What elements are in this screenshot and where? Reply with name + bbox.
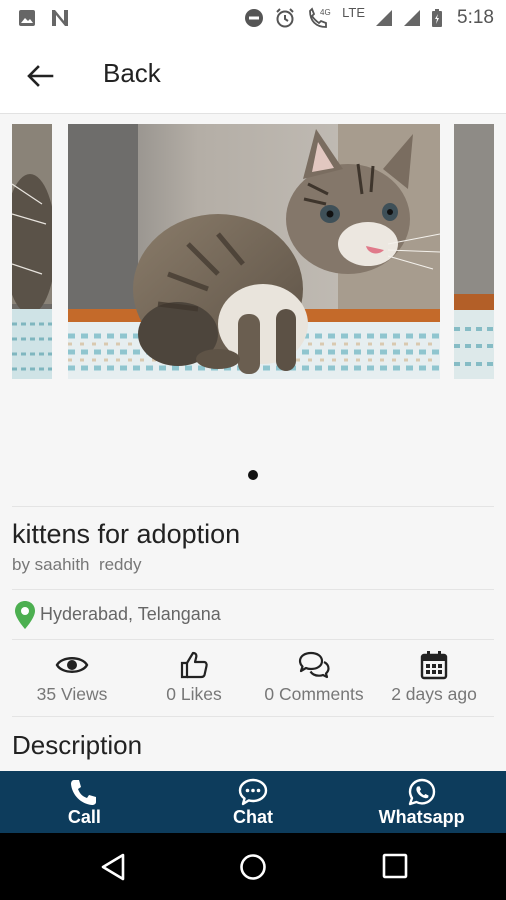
- views-count: 35 Views: [36, 684, 108, 704]
- carousel-slide-kitten-photo[interactable]: [68, 124, 440, 379]
- wifi-call-icon: 4G: [306, 7, 332, 29]
- system-nav-bar: [0, 833, 506, 900]
- calendar-icon: [382, 650, 486, 680]
- chat-label: Chat: [233, 807, 273, 827]
- whatsapp-label: Whatsapp: [378, 807, 465, 827]
- back-button[interactable]: [24, 60, 56, 92]
- divider: [12, 716, 494, 717]
- arrow-left-icon: [27, 65, 54, 87]
- comments-stat[interactable]: 0 Comments: [252, 650, 376, 705]
- posted-date: 2 days ago: [391, 684, 477, 704]
- divider: [12, 589, 494, 590]
- nav-recents-button[interactable]: [382, 853, 408, 884]
- description-heading: Description: [12, 730, 143, 760]
- likes-count: 0 Likes: [166, 684, 222, 704]
- image-icon: [18, 9, 36, 27]
- call-tag: 4G: [320, 8, 331, 17]
- carousel-slide-next[interactable]: [454, 124, 494, 379]
- battery-icon: [431, 8, 443, 28]
- carousel-indicator-dot[interactable]: [248, 470, 258, 480]
- eye-icon: [22, 650, 122, 680]
- divider: [12, 639, 494, 640]
- likes-stat[interactable]: 0 Likes: [150, 650, 238, 705]
- chat-bubble-icon: [169, 777, 338, 807]
- chat-button[interactable]: Chat: [169, 771, 338, 833]
- views-stat: 35 Views: [22, 650, 122, 705]
- comments-count: 0 Comments: [264, 684, 364, 704]
- listing-title: kittens for adoption: [12, 519, 241, 549]
- thumbs-up-icon[interactable]: [150, 650, 238, 680]
- whatsapp-button[interactable]: Whatsapp: [337, 771, 506, 833]
- whatsapp-icon: [337, 777, 506, 807]
- alarm-icon: [274, 7, 296, 29]
- posted-date-stat: 2 days ago: [382, 650, 486, 705]
- app-bar: Back: [0, 36, 506, 114]
- comments-icon[interactable]: [252, 650, 376, 680]
- network-label: LTE: [342, 4, 366, 20]
- listing-location: Hyderabad, Telangana: [40, 604, 221, 624]
- dnd-icon: [244, 8, 264, 28]
- n-icon: [50, 9, 70, 27]
- signal-icon: [403, 9, 421, 27]
- location-pin-icon: [14, 600, 36, 635]
- image-carousel[interactable]: [0, 124, 506, 379]
- nav-home-button[interactable]: [239, 853, 267, 886]
- triangle-back-icon: [101, 853, 125, 881]
- listing-author: by saahith reddy: [12, 555, 142, 574]
- circle-home-icon: [240, 854, 266, 880]
- back-label[interactable]: Back: [103, 58, 161, 89]
- nav-back-button[interactable]: [100, 853, 126, 886]
- phone-icon: [0, 777, 169, 807]
- signal-icon: [375, 9, 393, 27]
- divider: [12, 506, 494, 507]
- status-bar: 4G LTE 5:18: [0, 0, 506, 36]
- call-label: Call: [67, 807, 101, 827]
- carousel-slide-prev[interactable]: [12, 124, 52, 379]
- square-recents-icon: [382, 853, 408, 879]
- contact-action-bar: Call Chat Whatsapp: [0, 771, 506, 833]
- clock: 5:18: [457, 7, 494, 28]
- call-button[interactable]: Call: [0, 771, 169, 833]
